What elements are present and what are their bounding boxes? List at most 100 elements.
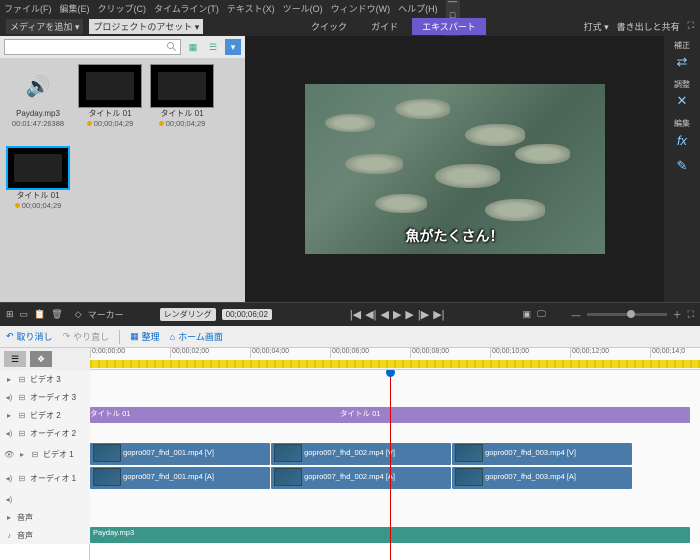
next-frame-icon[interactable]: ▶ xyxy=(405,308,413,321)
menu-clip[interactable]: クリップ(C) xyxy=(98,2,147,15)
organize-button[interactable]: ▦整理 xyxy=(130,330,160,343)
track-label[interactable]: ◂)⊟オーディオ 1 xyxy=(0,466,90,490)
track-label[interactable]: ◂)⊟オーディオ 2 xyxy=(0,424,90,442)
clip[interactable]: gopro007_fhd_002.mp4 [A] xyxy=(271,467,451,489)
track[interactable]: Payday.mp3 xyxy=(90,526,700,544)
step-back-icon[interactable]: ◀| xyxy=(365,308,376,321)
zoom-slider[interactable] xyxy=(587,313,667,316)
top-controls: メディアを追加 ▾ プロジェクトのアセット ▾ クイック ガイド エキスパート … xyxy=(0,16,700,36)
clipboard-icon[interactable]: 📋 xyxy=(34,309,45,320)
track[interactable] xyxy=(90,370,700,388)
track-label[interactable]: ♪音声 xyxy=(0,526,90,544)
menu-text[interactable]: テキスト(X) xyxy=(227,2,275,15)
step-fwd-icon[interactable]: |▶ xyxy=(418,308,429,321)
render-button[interactable]: レンダリング xyxy=(160,308,216,321)
tab-guide[interactable]: ガイド xyxy=(361,18,408,35)
track[interactable]: gopro007_fhd_001.mp4 [A] gopro007_fhd_00… xyxy=(90,466,700,490)
fit-icon[interactable]: ⛶ xyxy=(688,309,694,320)
media-item-title[interactable]: タイトル 01 00;00;04;29 xyxy=(78,64,142,128)
redo-button[interactable]: ↷やり直し xyxy=(63,330,110,343)
export-button[interactable]: 書き出しと共有 xyxy=(617,20,680,33)
safe-margin-icon[interactable]: ▣ xyxy=(522,309,531,320)
goto-start-icon[interactable]: |◀ xyxy=(350,308,361,321)
playback-controls: |◀ ◀| ◀ ▶ ▶ |▶ ▶| xyxy=(350,308,445,321)
menu-edit[interactable]: 編集(E) xyxy=(60,2,90,15)
track-icon[interactable]: 👁 xyxy=(4,450,14,459)
track-icon[interactable]: ⊟ xyxy=(17,375,27,384)
media-item-selected[interactable]: タイトル 01 00;00;04;29 xyxy=(6,146,70,210)
tools-icon[interactable]: ✕ xyxy=(673,92,691,110)
track-icon[interactable]: ◂) xyxy=(4,474,14,483)
menu-tool[interactable]: ツール(O) xyxy=(283,2,323,15)
home-button[interactable]: ⌂ホーム画面 xyxy=(170,330,223,343)
add-media-dropdown[interactable]: メディアを追加 ▾ xyxy=(6,19,83,34)
track-icon[interactable]: ▸ xyxy=(4,375,14,384)
undo-button[interactable]: ↶取り消し xyxy=(6,330,53,343)
track-icon[interactable]: ⊟ xyxy=(17,393,27,402)
prev-frame-icon[interactable]: ◀ xyxy=(380,308,388,321)
track-area[interactable]: タイトル 01タイトル 01 gopro007_fhd_001.mp4 [V] … xyxy=(90,370,700,560)
search-input[interactable] xyxy=(4,39,181,55)
timeline-view-b[interactable]: ❖ xyxy=(30,351,52,367)
work-area-bar[interactable] xyxy=(90,360,700,368)
media-item-audio[interactable]: 🔊 Payday.mp3 00:01:47:26388 xyxy=(6,64,70,128)
grid-view-icon[interactable]: ▦ xyxy=(185,39,201,55)
track-icon[interactable]: ▸ xyxy=(4,411,14,420)
trash-icon[interactable]: 🗑 xyxy=(51,309,62,320)
clip[interactable]: gopro007_fhd_001.mp4 [V] xyxy=(90,443,270,465)
menu-file[interactable]: ファイル(F) xyxy=(4,2,52,15)
timeline-view-a[interactable]: ☰ xyxy=(4,351,26,367)
track[interactable]: タイトル 01タイトル 01 xyxy=(90,406,700,424)
clip[interactable]: gopro007_fhd_003.mp4 [V] xyxy=(452,443,632,465)
clip[interactable]: gopro007_fhd_001.mp4 [A] xyxy=(90,467,270,489)
home-icon: ⌂ xyxy=(170,332,175,342)
monitor-icon[interactable]: 🖵 xyxy=(537,309,546,320)
tool-icon[interactable]: ⊞ xyxy=(6,309,14,320)
play-icon[interactable]: ▶ xyxy=(393,308,401,321)
preview-monitor[interactable]: 魚がたくさん！ xyxy=(305,84,605,254)
clip[interactable]: gopro007_fhd_003.mp4 [A] xyxy=(452,467,632,489)
menu-timeline[interactable]: タイムライン(T) xyxy=(154,2,219,15)
track-icon[interactable]: ⊟ xyxy=(17,474,27,483)
track-icon[interactable]: ⊟ xyxy=(17,411,27,420)
track-label[interactable]: ▸⊟ビデオ 2 xyxy=(0,406,90,424)
format-dropdown[interactable]: 打式 ▾ xyxy=(584,20,609,33)
playhead[interactable] xyxy=(390,370,391,560)
track-icon[interactable]: ◂) xyxy=(4,495,14,504)
track-icon[interactable]: ▸ xyxy=(4,513,14,522)
adjust-icon[interactable]: ⇄ xyxy=(673,53,691,71)
track-icon[interactable]: ◂) xyxy=(4,429,14,438)
timeline-ruler[interactable]: 0;00;00;0000;00;02;0000;00;04;0000;00;06… xyxy=(90,348,700,370)
track-label[interactable]: ◂)⊟オーディオ 3 xyxy=(0,388,90,406)
track[interactable] xyxy=(90,424,700,442)
track-icon[interactable]: ⊟ xyxy=(17,429,27,438)
track-icon[interactable]: ▸ xyxy=(17,450,27,459)
fullscreen-icon[interactable]: ⛶ xyxy=(688,20,694,33)
goto-end-icon[interactable]: ▶| xyxy=(433,308,444,321)
track-label[interactable]: 👁▸⊟ビデオ 1 xyxy=(0,442,90,466)
tool-icon[interactable]: ▭ xyxy=(20,309,29,320)
tab-quick[interactable]: クイック xyxy=(301,18,357,35)
track-label[interactable]: ◂) xyxy=(0,490,90,508)
clip[interactable]: gopro007_fhd_002.mp4 [V] xyxy=(271,443,451,465)
track[interactable] xyxy=(90,490,700,508)
track-icon[interactable]: ⊟ xyxy=(30,450,40,459)
menu-help[interactable]: ヘルプ(H) xyxy=(398,2,438,15)
list-view-icon[interactable]: ☰ xyxy=(205,39,221,55)
tab-expert[interactable]: エキスパート xyxy=(412,18,486,35)
fx-icon[interactable]: fx xyxy=(673,131,691,149)
track-icon[interactable]: ♪ xyxy=(4,531,14,540)
track[interactable] xyxy=(90,388,700,406)
menu-window[interactable]: ウィンドウ(W) xyxy=(331,2,391,15)
track-label[interactable]: ▸⊟ビデオ 3 xyxy=(0,370,90,388)
minimize-button[interactable]: — xyxy=(446,0,460,8)
filter-icon[interactable]: ▾ xyxy=(225,39,241,55)
track[interactable]: gopro007_fhd_001.mp4 [V] gopro007_fhd_00… xyxy=(90,442,700,466)
track-label[interactable]: ▸音声 xyxy=(0,508,90,526)
marker-button[interactable]: マーカー xyxy=(88,308,124,321)
track[interactable] xyxy=(90,508,700,526)
track-icon[interactable]: ◂) xyxy=(4,393,14,402)
asset-dropdown[interactable]: プロジェクトのアセット ▾ xyxy=(89,19,203,34)
pen-icon[interactable]: ✎ xyxy=(673,157,691,175)
media-item-title[interactable]: タイトル 01 00;00;04;29 xyxy=(150,64,214,128)
